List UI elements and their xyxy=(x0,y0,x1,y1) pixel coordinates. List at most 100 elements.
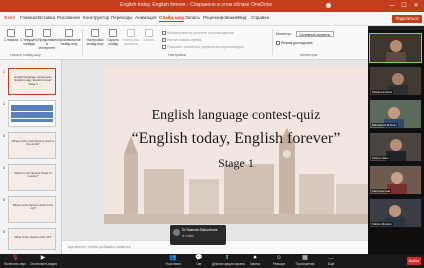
slide-thumbnail-2[interactable] xyxy=(8,100,56,127)
video-tile[interactable] xyxy=(369,33,422,63)
stop-video-label: Остановить видео xyxy=(30,262,58,266)
thumb-number: 2 xyxy=(3,102,6,106)
tab-view[interactable]: Вид xyxy=(238,15,246,20)
thumb-text: Where is the famous clock in the city? xyxy=(12,203,54,211)
participants-button[interactable]: 👥 Участники xyxy=(160,255,186,266)
tab-slideshow[interactable]: Слайд-шоу xyxy=(159,15,185,22)
tab-design[interactable]: Конструктор xyxy=(83,15,109,20)
video-camera-icon: ▶ xyxy=(40,255,46,261)
custom-show-button[interactable]: Произвольное слайд-шоу xyxy=(58,29,81,46)
from-beginning-label: С начала xyxy=(3,38,19,42)
tab-help[interactable]: Справка xyxy=(251,15,269,20)
video-tile[interactable]: Bahodirova Mohinur xyxy=(369,99,422,129)
unmute-label: Включить звук xyxy=(4,262,26,266)
present-online-button[interactable]: Представить в Интернете xyxy=(38,29,59,50)
ellipsis-icon: … xyxy=(328,255,334,261)
unmute-button[interactable]: 🎙 Включить звук xyxy=(2,255,28,266)
participant-caption: Sharipova Aziza xyxy=(371,90,394,94)
record-label: Запись xyxy=(143,38,155,42)
table-row xyxy=(11,118,53,122)
setup-show-label: Настройка слайд-шоу xyxy=(86,38,104,46)
tab-review[interactable]: Рецензирование xyxy=(203,15,238,20)
group-label-start: Начать слайд-шоу xyxy=(10,53,41,57)
setup-icon xyxy=(91,29,99,37)
ribbon-separator xyxy=(82,29,83,55)
notes-placeholder: Щелкните, чтобы добавить заметки xyxy=(68,245,131,249)
thumb-number: 1 xyxy=(3,70,6,74)
avatar xyxy=(173,229,180,236)
from-current-button[interactable]: С текущего слайда xyxy=(20,29,38,46)
smiley-icon: ☺ xyxy=(275,255,283,261)
leave-meeting-button[interactable]: Выйти xyxy=(407,257,421,265)
ribbon-separator xyxy=(272,29,273,55)
group-label-setup: Настройка xyxy=(168,53,186,57)
slide-thumbnail-6[interactable]: What is the capital of the UK? xyxy=(8,228,56,250)
thumb-number: 3 xyxy=(3,134,6,138)
from-beginning-button[interactable]: С начала xyxy=(2,29,20,42)
participants-icon: 👥 xyxy=(169,255,177,261)
current-slide[interactable]: English language contest-quiz “English t… xyxy=(104,66,368,224)
apps-grid-icon: ▦ xyxy=(302,255,308,261)
stop-video-button[interactable]: ▶ Остановить видео xyxy=(30,255,58,266)
option-play-narration-label: Воспроизвести речевое сопровождение xyxy=(167,31,234,35)
option-presenter-view[interactable]: Режим докладчика xyxy=(276,41,313,46)
hide-slide-button[interactable]: Скрыть слайд xyxy=(104,29,122,46)
table-row xyxy=(11,104,53,108)
rehearse-timings-button[interactable]: Настройка времени xyxy=(122,29,140,46)
slide-thumbnail-panel[interactable]: 1 English language contest-quiz “English… xyxy=(0,60,62,254)
record-button[interactable]: Запись xyxy=(140,29,158,42)
reactions-button[interactable]: ☺ Реакции xyxy=(266,255,292,266)
tab-draw[interactable]: Рисование xyxy=(57,15,80,20)
slide-thumbnail-3[interactable]: Where is the most famous clock in the wo… xyxy=(8,132,56,159)
slide-title[interactable]: English language contest-quiz xyxy=(104,108,368,124)
more-label: Ещё xyxy=(327,262,335,266)
slide-thumbnail-4[interactable]: Where is the famous Tower of London? xyxy=(8,164,56,191)
share-button[interactable]: Поделиться xyxy=(392,15,422,23)
share-screen-label: Демонстрация экрана xyxy=(212,262,245,266)
option-play-narration[interactable]: Воспроизвести речевое сопровождение xyxy=(162,31,234,36)
tab-transitions[interactable]: Переходы xyxy=(111,15,133,20)
record-circle-icon: ⏺ xyxy=(253,255,257,261)
video-tile[interactable]: Sobirov Rustam xyxy=(369,198,422,228)
video-tile[interactable]: Sharipova Aziza xyxy=(369,66,422,96)
checkbox-icon xyxy=(162,45,166,50)
reactions-label: Реакции xyxy=(272,262,286,266)
slide-stage[interactable]: Stage 1 xyxy=(104,156,368,171)
present-online-label: Представить в Интернете xyxy=(38,38,59,50)
thumb-text: English language contest-quiz “English t… xyxy=(13,75,53,86)
slide-thumbnail-1[interactable]: English language contest-quiz “English t… xyxy=(8,68,56,95)
tab-file[interactable]: Файл xyxy=(4,15,15,20)
table-row xyxy=(11,108,53,112)
rehearse-timings-label: Настройка времени xyxy=(122,38,140,46)
option-media-controls[interactable]: Показать элементы управления мультимедиа xyxy=(162,45,243,50)
close-button[interactable]: ✕ xyxy=(412,2,420,10)
monitor-select[interactable]: Основной монитор xyxy=(296,31,334,37)
thumb-number: 5 xyxy=(3,198,6,202)
share-screen-button[interactable]: ⬆ Демонстрация экрана xyxy=(212,255,245,266)
video-tile[interactable]: Karimova Lola xyxy=(369,165,422,195)
record-icon xyxy=(145,29,153,37)
chat-button[interactable]: 💬 Чат xyxy=(186,255,212,266)
apps-button[interactable]: ▦ Приложения xyxy=(292,255,318,266)
slide-thumbnail-5[interactable]: Where is the famous clock in the city? xyxy=(8,196,56,223)
thumb-text: What is the capital of the UK? xyxy=(14,235,52,239)
minimize-button[interactable]: — xyxy=(388,2,396,10)
thumb-text: Where is the famous Tower of London? xyxy=(14,171,52,179)
tab-insert[interactable]: Вставка xyxy=(38,15,55,20)
tab-home[interactable]: Главная xyxy=(20,15,37,20)
tab-animation[interactable]: Анимация xyxy=(135,15,157,20)
play-icon xyxy=(7,29,15,37)
video-tile[interactable]: Azimov Jasur xyxy=(369,132,422,162)
setup-show-button[interactable]: Настройка слайд-шоу xyxy=(86,29,104,46)
user-avatar[interactable] xyxy=(326,3,331,8)
maximize-button[interactable]: ☐ xyxy=(400,2,408,10)
more-button[interactable]: … Ещё xyxy=(318,255,344,266)
hide-slide-icon xyxy=(109,29,117,37)
option-use-timings[interactable]: Использовать время xyxy=(162,38,201,43)
slide-subtitle[interactable]: “English today, English forever” xyxy=(104,130,368,148)
table-row xyxy=(11,111,53,115)
meeting-toolbar: 🎙 Включить звук ▶ Остановить видео 👥 Уча… xyxy=(0,254,424,268)
timer-icon xyxy=(127,29,135,37)
record-meeting-button[interactable]: ⏺ Запись xyxy=(242,255,268,266)
tab-record[interactable]: Запись xyxy=(185,15,200,20)
